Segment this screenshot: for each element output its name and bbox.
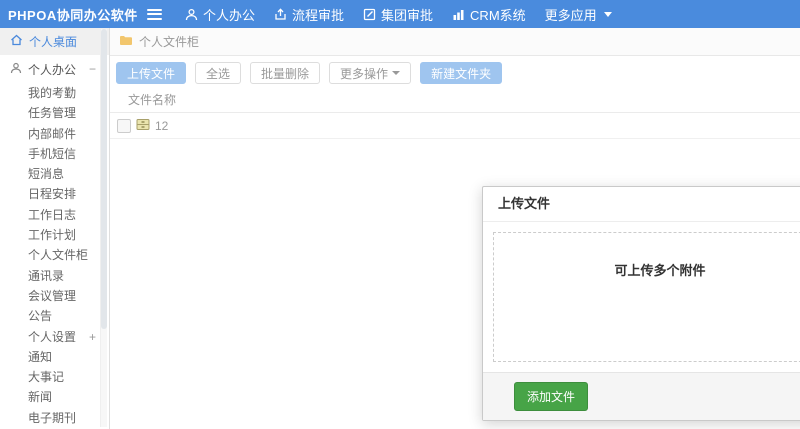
more-actions-button[interactable]: 更多操作 (329, 62, 412, 84)
more-actions-label: 更多操作 (340, 66, 389, 81)
sidebar-item-news[interactable]: 新闻 (0, 387, 109, 407)
dialog-body: 可上传多个附件 (483, 222, 800, 372)
sidebar-item-contacts[interactable]: 通讯录 (0, 266, 109, 286)
row-checkbox[interactable] (117, 118, 131, 133)
dialog-title: 上传文件 (498, 196, 551, 211)
user-icon (185, 8, 198, 21)
menu-toggle-icon[interactable] (147, 8, 162, 20)
sidebar-item-label: 工作日志 (28, 207, 77, 222)
nav-more-apps[interactable]: 更多应用 (545, 5, 612, 24)
sidebar-item-label: 日程安排 (28, 187, 77, 202)
topbar: PHPOA协同办公软件 个人办公 流程审批 集团审批 CRM系统 更多应用 (0, 0, 800, 28)
sidebar-item-label: 大事记 (28, 370, 65, 385)
sidebar-item-label: 我的考勤 (28, 86, 77, 100)
app-logo: PHPOA协同办公软件 (8, 7, 138, 23)
nav-personal-office[interactable]: 个人办公 (185, 5, 255, 24)
sidebar-item-personal-settings[interactable]: 个人设置 + (0, 327, 109, 347)
nav-label: 个人办公 (203, 7, 256, 23)
sidebar-item-file-cabinet[interactable]: 个人文件柜 (0, 245, 109, 265)
sidebar-item-label: 通讯录 (28, 268, 65, 283)
sidebar-item-desktop[interactable]: 个人桌面 (0, 28, 109, 55)
nav-label: 更多应用 (544, 7, 597, 23)
sidebar-item-tasks[interactable]: 任务管理 (0, 103, 109, 123)
sidebar-item-meetings[interactable]: 会议管理 (0, 286, 109, 306)
edit-icon (363, 8, 376, 21)
breadcrumb-label: 个人文件柜 (139, 35, 200, 49)
sidebar-item-attendance[interactable]: 我的考勤 (0, 83, 109, 103)
sidebar-item-label: 会议管理 (28, 288, 77, 303)
sidebar-item-e-journal[interactable]: 电子期刊 (0, 408, 109, 428)
table-row: 12 (110, 113, 800, 139)
sidebar-item-notifications[interactable]: 通知 (0, 347, 109, 367)
sidebar-item-label: 工作计划 (28, 228, 77, 243)
sidebar-group-label: 个人办公 (28, 62, 77, 77)
file-name-column-header: 文件名称 (128, 93, 177, 107)
sidebar-item-sms[interactable]: 手机短信 (0, 144, 109, 164)
nav-label: 流程审批 (292, 7, 345, 23)
nav-crm-system[interactable]: CRM系统 (452, 5, 526, 24)
breadcrumb: 个人文件柜 (110, 28, 800, 56)
cabinet-icon (136, 118, 150, 134)
sidebar-item-internal-mail[interactable]: 内部邮件 (0, 124, 109, 144)
add-file-button[interactable]: 添加文件 (514, 382, 589, 411)
sidebar-item-label: 公告 (28, 309, 53, 324)
sidebar-item-label: 新闻 (28, 390, 53, 405)
sidebar-item-work-plan[interactable]: 工作计划 (0, 225, 109, 245)
toolbar: 上传文件 全选 批量删除 更多操作 新建文件夹 (110, 56, 800, 89)
home-icon (10, 34, 23, 49)
folder-icon (119, 35, 133, 49)
sidebar-item-short-message[interactable]: 短消息 (0, 164, 109, 184)
file-name-link[interactable]: 12 (155, 119, 168, 133)
dialog-footer: 添加文件 (483, 372, 800, 420)
nav-flow-approval[interactable]: 流程审批 (274, 5, 344, 24)
sidebar-item-label: 手机短信 (28, 146, 77, 161)
sidebar-item-schedule[interactable]: 日程安排 (0, 184, 109, 204)
sidebar: 个人桌面 个人办公 − 我的考勤 任务管理 内部邮件 手机短信 短消息 日程安排… (0, 28, 110, 429)
sidebar-item-label: 个人文件柜 (28, 248, 89, 263)
scrollbar-thumb[interactable] (101, 29, 107, 329)
dialog-header: 上传文件 (483, 187, 800, 222)
sidebar-item-label: 任务管理 (28, 106, 77, 121)
sidebar-item-label: 通知 (28, 349, 53, 364)
select-all-button[interactable]: 全选 (195, 62, 242, 84)
sidebar-item-announcements[interactable]: 公告 (0, 306, 109, 326)
upload-dropzone[interactable]: 可上传多个附件 (493, 232, 800, 362)
sidebar-item-label: 个人桌面 (29, 35, 78, 49)
bar-chart-icon (452, 8, 465, 21)
sidebar-item-label: 个人设置 (28, 329, 77, 344)
sidebar-item-milestones[interactable]: 大事记 (0, 367, 109, 387)
sidebar-item-label: 电子期刊 (28, 410, 77, 425)
sidebar-item-work-log[interactable]: 工作日志 (0, 205, 109, 225)
person-icon (10, 62, 22, 77)
nav-label: CRM系统 (470, 7, 526, 23)
new-folder-button[interactable]: 新建文件夹 (420, 62, 503, 84)
batch-delete-button[interactable]: 批量删除 (250, 62, 321, 84)
sidebar-item-label: 短消息 (28, 167, 65, 182)
collapse-icon[interactable]: − (89, 62, 96, 76)
dropzone-hint: 可上传多个附件 (614, 263, 706, 278)
flow-approval-icon (274, 7, 287, 21)
expand-icon[interactable]: + (89, 327, 96, 347)
sidebar-scrollbar[interactable] (100, 29, 107, 427)
sidebar-item-label: 内部邮件 (28, 126, 77, 141)
table-header: 文件名称 (110, 89, 800, 113)
nav-group-approval[interactable]: 集团审批 (363, 5, 433, 24)
nav-label: 集团审批 (381, 7, 434, 23)
sidebar-group-personal-office[interactable]: 个人办公 − (0, 55, 109, 83)
upload-dialog: 上传文件 可上传多个附件 添加文件 (482, 186, 800, 421)
caret-down-icon (392, 71, 401, 75)
caret-down-icon (603, 11, 612, 17)
upload-file-button[interactable]: 上传文件 (116, 62, 187, 84)
